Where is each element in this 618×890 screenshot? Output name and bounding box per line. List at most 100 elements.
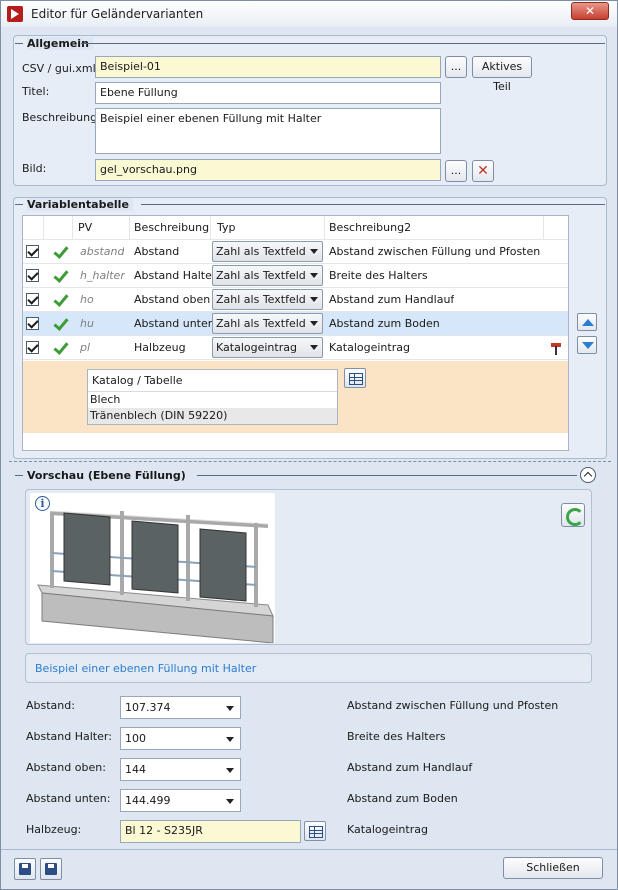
abstand-halter-desc: Breite des Halters xyxy=(347,730,446,743)
beschreibung-cell[interactable]: Halbzeug xyxy=(134,336,186,360)
close-button[interactable]: Schließen xyxy=(503,857,603,879)
abstand-oben-desc: Abstand zum Handlauf xyxy=(347,761,473,774)
katalog-table[interactable]: Katalog / Tabelle Blech Tränenblech (DIN… xyxy=(87,369,338,425)
beschreibung-cell[interactable]: Abstand unten xyxy=(134,312,215,336)
save-as-button[interactable] xyxy=(14,858,36,880)
typ-dropdown[interactable]: Zahl als Textfeld xyxy=(212,289,323,310)
column-header-beschreibung[interactable]: Beschreibung xyxy=(134,216,209,240)
abstand-unten-label: Abstand unten: xyxy=(26,792,111,805)
beschreibung2-cell[interactable]: Abstand zum Boden xyxy=(329,312,440,336)
beschreibung-cell[interactable]: Abstand oben xyxy=(134,288,210,312)
app-icon xyxy=(7,6,23,22)
halbzeug-label: Halbzeug: xyxy=(26,823,82,836)
row-checkbox[interactable] xyxy=(26,269,39,282)
table-icon[interactable] xyxy=(304,821,326,841)
move-down-button[interactable] xyxy=(577,336,597,354)
hammer-icon[interactable] xyxy=(549,340,563,356)
column-header-beschreibung2[interactable]: Beschreibung2 xyxy=(329,216,411,240)
splitter[interactable] xyxy=(9,461,611,462)
abstand-combo[interactable]: 107.374 xyxy=(120,696,241,719)
save-button[interactable] xyxy=(40,858,62,880)
halbzeug-input[interactable]: Bl 12 - S235JR xyxy=(120,820,301,843)
abstand-oben-value: 144 xyxy=(125,763,146,776)
info-icon[interactable]: i xyxy=(35,496,50,511)
refresh-icon[interactable] xyxy=(561,503,585,527)
csv-input[interactable]: Beispiel-01 xyxy=(95,56,441,78)
typ-dropdown[interactable]: Zahl als Textfeld xyxy=(212,241,323,262)
beschreibung2-cell[interactable]: Abstand zum Handlauf xyxy=(329,288,454,312)
table-row[interactable]: h_halter Abstand Halter Zahl als Textfel… xyxy=(23,264,568,288)
typ-value: Zahl als Textfeld xyxy=(216,317,306,330)
column-header-pv[interactable]: PV xyxy=(78,216,92,240)
row-checkbox[interactable] xyxy=(26,245,39,258)
typ-dropdown[interactable]: Zahl als Textfeld xyxy=(212,265,323,286)
typ-dropdown[interactable]: Katalogeintrag xyxy=(212,337,323,358)
abstand-oben-combo[interactable]: 144 xyxy=(120,758,241,781)
titel-input[interactable]: Ebene Füllung xyxy=(95,82,441,104)
chevron-down-icon xyxy=(310,297,318,302)
pv-cell[interactable]: h_halter xyxy=(80,264,125,288)
chevron-down-icon xyxy=(226,799,234,804)
beschreibung2-cell[interactable]: Abstand zwischen Füllung und Pfosten xyxy=(329,240,540,264)
beschreibung2-cell[interactable]: Breite des Halters xyxy=(329,264,428,288)
katalog-detail-area: Katalog / Tabelle Blech Tränenblech (DIN… xyxy=(23,361,568,433)
beschreibung2-cell[interactable]: Katalogeintrag xyxy=(329,336,410,360)
beschreibung-label: Beschreibung: xyxy=(22,111,101,124)
delete-icon: ✕ xyxy=(477,163,489,179)
pv-cell[interactable]: hu xyxy=(80,312,94,336)
pv-cell[interactable]: abstand xyxy=(80,240,124,264)
footer-bar: Schließen xyxy=(1,849,617,889)
abstand-unten-desc: Abstand zum Boden xyxy=(347,792,458,805)
table-row[interactable]: hu Abstand unten Zahl als Textfeld Absta… xyxy=(23,312,568,336)
row-checkbox[interactable] xyxy=(26,317,39,330)
typ-dropdown[interactable]: Zahl als Textfeld xyxy=(212,313,323,334)
row-checkbox[interactable] xyxy=(26,341,39,354)
abstand-halter-combo[interactable]: 100 xyxy=(120,727,241,750)
column-header-typ[interactable]: Typ xyxy=(217,216,236,240)
pv-cell[interactable]: pl xyxy=(80,336,90,360)
bild-input[interactable]: gel_vorschau.png xyxy=(95,159,441,181)
katalog-item[interactable]: Tränenblech (DIN 59220) xyxy=(88,408,337,424)
typ-value: Zahl als Textfeld xyxy=(216,245,306,258)
beschreibung-cell[interactable]: Abstand xyxy=(134,240,179,264)
valid-check-icon xyxy=(52,316,68,332)
aktives-teil-button[interactable]: Aktives Teil xyxy=(472,56,532,93)
move-up-button[interactable] xyxy=(577,313,597,331)
valid-check-icon xyxy=(52,292,68,308)
chevron-down-icon xyxy=(310,321,318,326)
csv-browse-button[interactable]: ... xyxy=(445,56,467,78)
table-icon[interactable] xyxy=(344,368,366,388)
title-bar: Editor für Geländervarianten ✕ xyxy=(1,1,617,27)
table-row[interactable]: pl Halbzeug Katalogeintrag Katalogeintra… xyxy=(23,336,568,360)
typ-value: Katalogeintrag xyxy=(216,341,297,354)
collapse-icon[interactable] xyxy=(580,467,596,483)
bild-browse-button[interactable]: ... xyxy=(445,160,467,182)
abstand-label: Abstand: xyxy=(26,699,75,712)
chevron-down-icon xyxy=(310,249,318,254)
variablentabelle-title: Variablentabelle xyxy=(27,198,133,211)
bild-delete-button[interactable]: ✕ xyxy=(472,160,494,182)
abstand-unten-combo[interactable]: 144.499 xyxy=(120,789,241,812)
variable-table[interactable]: PV Beschreibung Typ Beschreibung2 abstan… xyxy=(22,215,569,451)
abstand-halter-value: 100 xyxy=(125,732,146,745)
close-window-button[interactable]: ✕ xyxy=(571,2,609,20)
railing-illustration xyxy=(37,510,274,644)
typ-value: Zahl als Textfeld xyxy=(216,269,306,282)
chevron-down-icon xyxy=(226,737,234,742)
titel-label: Titel: xyxy=(22,85,50,98)
window-title: Editor für Geländervarianten xyxy=(31,7,204,21)
beschreibung-textarea[interactable]: Beispiel einer ebenen Füllung mit Halter xyxy=(95,108,441,154)
vorschau-title: Vorschau (Ebene Füllung) xyxy=(27,469,190,482)
valid-check-icon xyxy=(52,340,68,356)
chevron-down-icon xyxy=(310,345,318,350)
beschreibung-cell[interactable]: Abstand Halter xyxy=(134,264,216,288)
chevron-down-icon xyxy=(310,273,318,278)
katalog-item[interactable]: Blech xyxy=(88,392,337,408)
table-row[interactable]: abstand Abstand Zahl als Textfeld Abstan… xyxy=(23,240,568,264)
table-header: PV Beschreibung Typ Beschreibung2 xyxy=(23,216,568,240)
pv-cell[interactable]: ho xyxy=(80,288,94,312)
editor-window: Editor für Geländervarianten ✕ Allgemein… xyxy=(0,0,618,890)
row-checkbox[interactable] xyxy=(26,293,39,306)
table-row[interactable]: ho Abstand oben Zahl als Textfeld Abstan… xyxy=(23,288,568,312)
chevron-down-icon xyxy=(226,706,234,711)
